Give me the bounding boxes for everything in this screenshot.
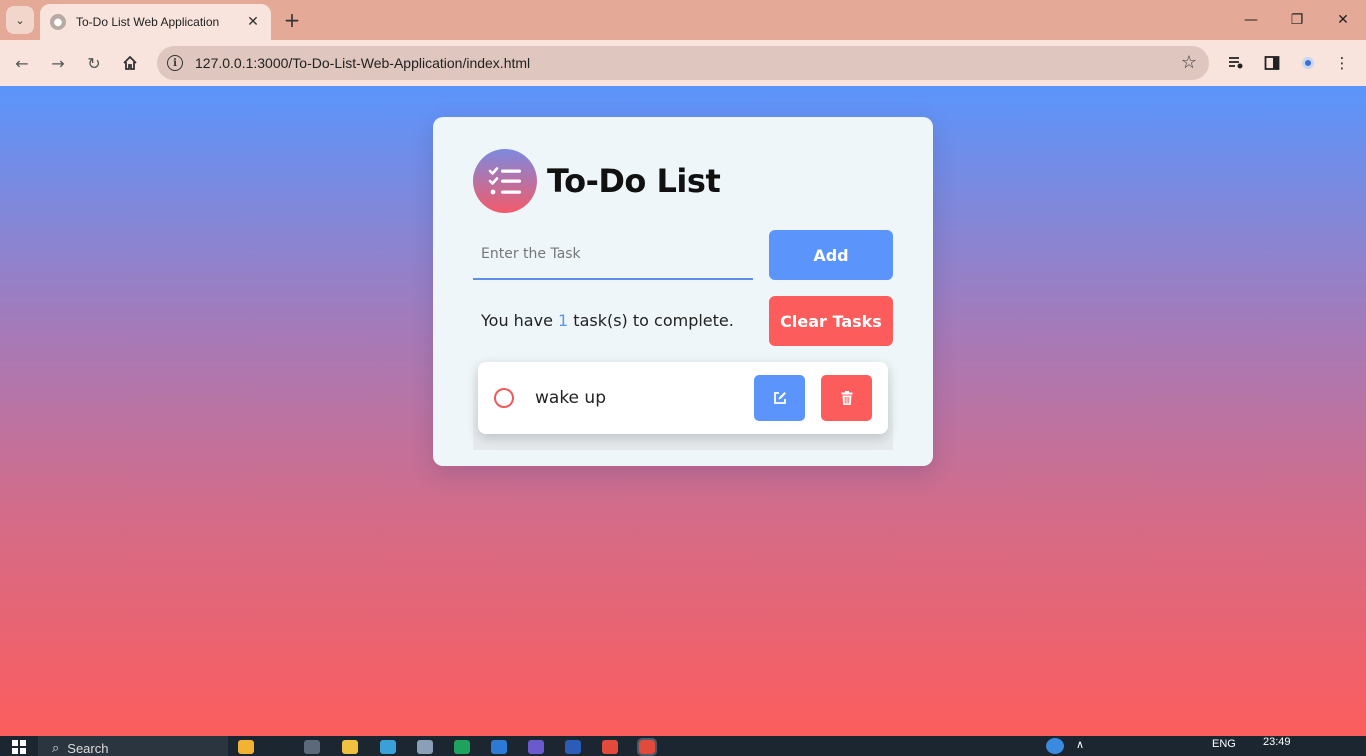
- tab-title: To-Do List Web Application: [76, 15, 220, 29]
- browser-toolbar: ← → ↻ i 127.0.0.1:3000/To-Do-List-Web-Ap…: [0, 40, 1366, 86]
- taskbar-search[interactable]: ⌕ Search: [38, 736, 228, 756]
- photos-icon[interactable]: [380, 740, 396, 754]
- chrome-icon[interactable]: [602, 740, 618, 754]
- edit-icon: [773, 392, 786, 404]
- word-icon[interactable]: [565, 740, 581, 754]
- reload-icon[interactable]: ↻: [80, 49, 108, 77]
- extension-icon[interactable]: [1297, 52, 1319, 74]
- status-prefix: You have: [481, 311, 559, 330]
- minimize-icon[interactable]: —: [1228, 0, 1274, 40]
- task-status-text: You have 1 task(s) to complete.: [481, 309, 734, 333]
- task-view-icon[interactable]: [304, 740, 320, 754]
- todo-card: To-Do List Add You have 1 task(s) to com…: [433, 117, 933, 466]
- chrome-active-icon[interactable]: [637, 738, 657, 756]
- app-title: To-Do List: [547, 162, 721, 200]
- page-background: To-Do List Add You have 1 task(s) to com…: [0, 86, 1366, 736]
- trash-icon: [841, 391, 852, 405]
- media-controls-icon[interactable]: [1225, 52, 1247, 74]
- browser-tab[interactable]: ● To-Do List Web Application ✕: [40, 4, 271, 40]
- os-taskbar: ⌕ Search ∧ ENG 23:49: [0, 736, 1366, 756]
- help-icon[interactable]: [1046, 738, 1064, 754]
- checklist-logo-icon: [473, 149, 537, 213]
- task-complete-checkbox[interactable]: [494, 388, 514, 408]
- status-suffix: task(s) to complete.: [568, 311, 734, 330]
- taskbar-search-label: Search: [67, 741, 109, 756]
- task-list: wake up: [473, 360, 893, 450]
- app-icon[interactable]: [417, 740, 433, 754]
- file-explorer-icon[interactable]: [342, 740, 358, 754]
- clock-time[interactable]: 23:49: [1263, 736, 1291, 748]
- app-icon-2[interactable]: [528, 740, 544, 754]
- task-input[interactable]: [473, 230, 753, 280]
- task-text: wake up: [535, 388, 606, 408]
- chevron-down-icon: ⌄: [15, 13, 25, 27]
- globe-icon: ●: [50, 14, 66, 30]
- clear-tasks-button[interactable]: Clear Tasks: [769, 296, 893, 346]
- add-task-button[interactable]: Add: [769, 230, 893, 280]
- forward-icon[interactable]: →: [44, 49, 72, 77]
- restore-icon[interactable]: ❐: [1274, 0, 1320, 40]
- delete-task-button[interactable]: [821, 375, 872, 421]
- windows-start-icon[interactable]: [12, 740, 26, 754]
- language-indicator[interactable]: ENG: [1212, 738, 1236, 750]
- close-window-icon[interactable]: ✕: [1320, 0, 1366, 40]
- back-icon[interactable]: ←: [8, 49, 36, 77]
- close-tab-icon[interactable]: ✕: [245, 14, 261, 30]
- site-info-icon[interactable]: i: [167, 55, 183, 71]
- new-tab-button[interactable]: +: [280, 8, 304, 32]
- edit-task-button[interactable]: [754, 375, 805, 421]
- url-text: 127.0.0.1:3000/To-Do-List-Web-Applicatio…: [195, 55, 531, 71]
- weather-icon[interactable]: [238, 740, 254, 754]
- tab-search-button[interactable]: ⌄: [6, 6, 34, 34]
- browser-tab-bar: ⌄ ● To-Do List Web Application ✕ + — ❐ ✕: [0, 0, 1366, 40]
- vscode-icon[interactable]: [491, 740, 507, 754]
- list-item: wake up: [478, 362, 888, 434]
- edge-browser-icon[interactable]: [454, 740, 470, 754]
- task-count: 1: [558, 311, 569, 330]
- menu-kebab-icon[interactable]: ⋮: [1331, 52, 1353, 74]
- home-icon[interactable]: [116, 49, 144, 77]
- side-panel-icon[interactable]: [1261, 52, 1283, 74]
- address-bar[interactable]: i 127.0.0.1:3000/To-Do-List-Web-Applicat…: [157, 46, 1209, 80]
- search-icon: ⌕: [52, 740, 60, 755]
- tray-chevron-icon[interactable]: ∧: [1076, 738, 1084, 751]
- bookmark-star-icon[interactable]: ☆: [1181, 52, 1197, 73]
